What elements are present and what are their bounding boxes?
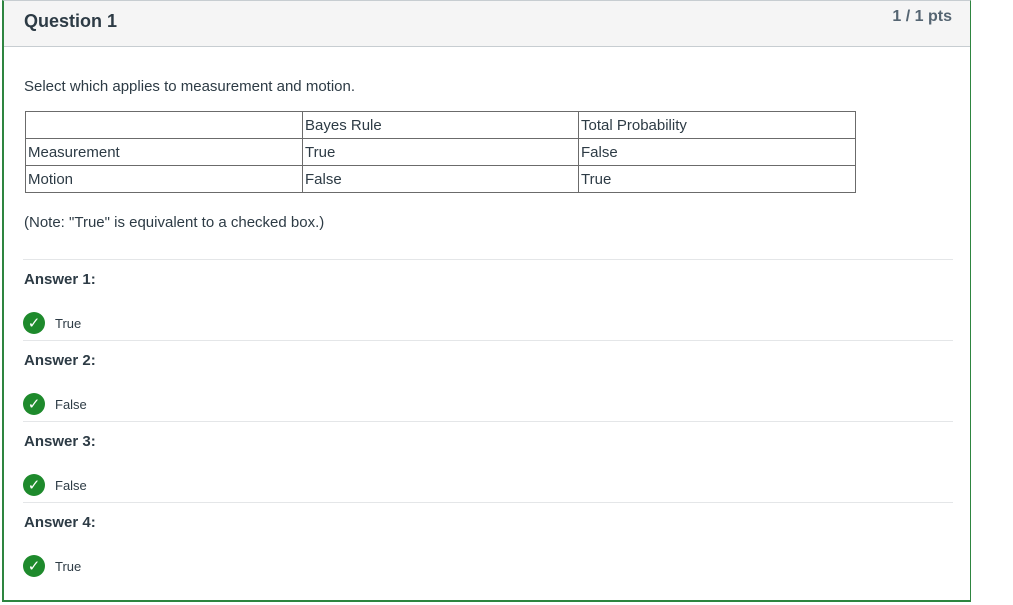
table-row: Measurement True False <box>25 138 856 166</box>
check-icon: ✓ <box>23 393 45 415</box>
answer-label: Answer 1: <box>24 271 96 288</box>
answer-value: True <box>55 558 82 574</box>
answer-choice: ✓ False <box>23 473 87 497</box>
table-cell: True <box>302 138 579 166</box>
answer-value: True <box>55 315 82 331</box>
check-icon: ✓ <box>23 555 45 577</box>
answer-choice: ✓ True <box>23 311 81 335</box>
table-header-row: Bayes Rule Total Probability <box>25 111 856 139</box>
answer-label: Answer 2: <box>24 352 96 369</box>
table-header-bayes-rule: Bayes Rule <box>302 111 579 139</box>
table-row: Motion False True <box>25 165 856 193</box>
answer-value: False <box>55 477 87 493</box>
table-header-total-probability: Total Probability <box>578 111 856 139</box>
question-table: Bayes Rule Total Probability Measurement… <box>25 111 856 193</box>
divider <box>23 259 953 260</box>
divider <box>23 421 953 422</box>
divider <box>23 340 953 341</box>
question-note: (Note: "True" is equivalent to a checked… <box>24 214 325 231</box>
question-text: Select which applies to measurement and … <box>24 78 356 95</box>
table-cell: True <box>578 165 856 193</box>
answer-value: False <box>55 396 87 412</box>
question-points: 1 / 1 pts <box>892 8 952 25</box>
table-cell: Motion <box>25 165 303 193</box>
table-cell <box>25 111 303 139</box>
table-cell: Measurement <box>25 138 303 166</box>
question-title: Question 1 <box>24 11 118 31</box>
check-icon: ✓ <box>23 474 45 496</box>
answer-choice: ✓ False <box>23 392 87 416</box>
answer-choice: ✓ True <box>23 554 81 578</box>
answer-label: Answer 4: <box>24 514 96 531</box>
divider <box>23 502 953 503</box>
table-cell: False <box>302 165 579 193</box>
table-cell: False <box>578 138 856 166</box>
question-header: Question 1 1 / 1 pts <box>4 1 970 47</box>
check-icon: ✓ <box>23 312 45 334</box>
answer-label: Answer 3: <box>24 433 96 450</box>
question-card: Question 1 1 / 1 pts Select which applie… <box>2 0 971 602</box>
